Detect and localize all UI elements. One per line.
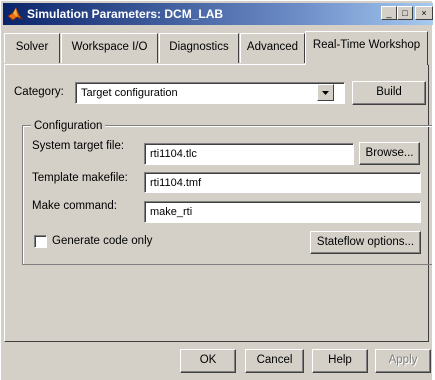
tab-solver[interactable]: Solver bbox=[4, 33, 60, 63]
template-makefile-input[interactable]: rti1104.tmf bbox=[144, 172, 421, 193]
ok-button[interactable]: OK bbox=[180, 349, 236, 373]
system-target-file-label: System target file: bbox=[32, 140, 125, 152]
tab-real-time-workshop[interactable]: Real-Time Workshop bbox=[305, 31, 428, 65]
stateflow-options-button[interactable]: Stateflow options... bbox=[310, 231, 421, 254]
window-title: Simulation Parameters: DCM_LAB bbox=[27, 7, 224, 21]
template-makefile-label: Template makefile: bbox=[32, 172, 128, 184]
minimize-icon: _ bbox=[386, 8, 392, 18]
maximize-button[interactable]: □ bbox=[397, 6, 413, 20]
maximize-icon: □ bbox=[402, 8, 408, 18]
close-button[interactable]: × bbox=[415, 6, 433, 20]
tab-workspace-io[interactable]: Workspace I/O bbox=[61, 33, 158, 63]
minimize-button[interactable]: _ bbox=[381, 6, 397, 20]
build-button[interactable]: Build bbox=[352, 81, 426, 105]
category-dropdown-button[interactable] bbox=[317, 84, 334, 101]
close-icon: × bbox=[421, 8, 427, 18]
help-button[interactable]: Help bbox=[312, 349, 368, 373]
browse-button[interactable]: Browse... bbox=[359, 142, 420, 165]
simulation-parameters-dialog: Simulation Parameters: DCM_LAB _ □ × Sol… bbox=[0, 0, 433, 380]
apply-button[interactable]: Apply bbox=[375, 349, 431, 373]
category-label: Category: bbox=[14, 86, 64, 98]
category-select[interactable]: Target configuration bbox=[75, 82, 345, 104]
make-command-input[interactable]: make_rti bbox=[144, 201, 421, 223]
configuration-legend: Configuration bbox=[31, 120, 106, 132]
matlab-logo-icon bbox=[7, 7, 23, 21]
tab-advanced[interactable]: Advanced bbox=[240, 33, 305, 63]
title-bar[interactable]: Simulation Parameters: DCM_LAB _ □ × bbox=[3, 3, 433, 25]
generate-code-only-checkbox[interactable] bbox=[34, 235, 47, 248]
tab-diagnostics[interactable]: Diagnostics bbox=[159, 33, 239, 63]
chevron-down-icon bbox=[322, 91, 329, 95]
generate-code-only-label[interactable]: Generate code only bbox=[52, 235, 152, 247]
system-target-file-input[interactable]: rti1104.tlc bbox=[144, 143, 354, 165]
make-command-label: Make command: bbox=[32, 200, 118, 212]
cancel-button[interactable]: Cancel bbox=[245, 349, 304, 373]
